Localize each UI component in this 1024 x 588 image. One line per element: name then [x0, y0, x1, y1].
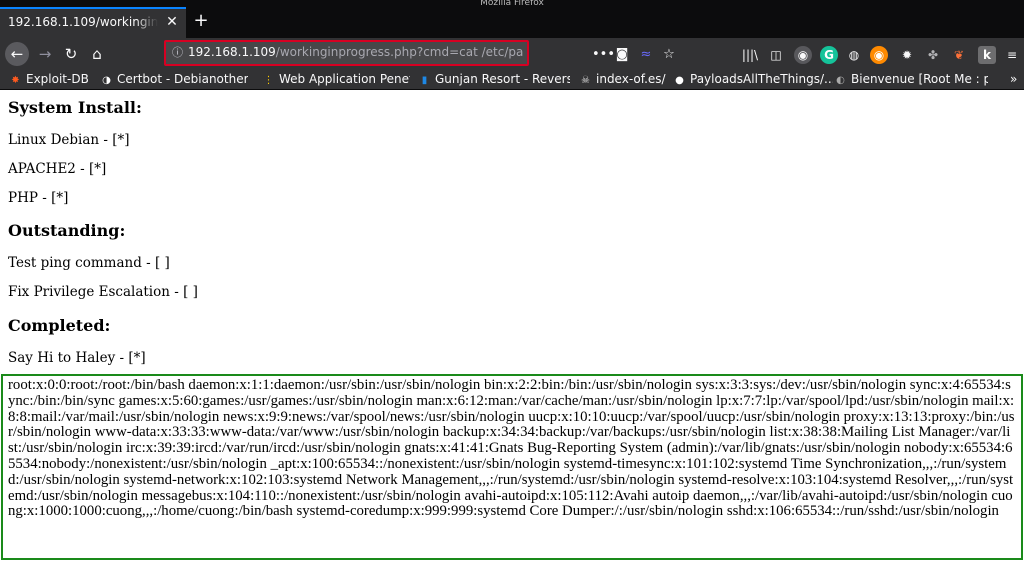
window-title: Mozilla Firefox — [0, 0, 1024, 7]
bookmark-label: PayloadsAllTheThings/... — [690, 72, 833, 86]
certbot-icon: ◑ — [102, 75, 111, 86]
bookmark-exploit-db[interactable]: ✸ Exploit-DB — [9, 71, 113, 87]
status-line: Linux Debian - [*] — [8, 132, 130, 148]
bookmark-root-me[interactable]: ◐ Bienvenue [Root Me : p... — [834, 71, 988, 87]
status-line: Fix Privilege Escalation - [ ] — [8, 284, 198, 300]
menu-icon[interactable]: ≡ — [1003, 46, 1021, 64]
pocket-icon[interactable]: ◙ — [614, 47, 630, 63]
bookmarks-overflow-icon[interactable]: » — [1010, 71, 1022, 87]
forward-button[interactable]: → — [33, 42, 57, 66]
bookmark-gunjan-resort[interactable]: ▮ Gunjan Resort - Revers... — [418, 71, 570, 87]
bookmark-favicon-icon: ⋮ — [263, 75, 274, 86]
reader-view-icon[interactable]: ≈ — [638, 47, 654, 63]
bookmark-payloads[interactable]: ● PayloadsAllTheThings/... — [673, 71, 833, 87]
navigation-bar: ← → ↻ ⌂ ⓘ 192.168.1.109/workinginprogres… — [0, 38, 1024, 69]
tab-title: 192.168.1.109/workinginprogress.php?cmd=… — [8, 15, 158, 29]
bookmark-index-of[interactable]: ☠ index-of.es/ — [579, 71, 669, 87]
root-me-icon: ◐ — [836, 75, 845, 86]
bookmark-label: Bienvenue [Root Me : p... — [851, 72, 988, 86]
url-path: /workinginprogress.php?cmd=cat /etc/pass… — [275, 45, 524, 59]
gear-icon[interactable]: ✹ — [898, 46, 916, 64]
home-button[interactable]: ⌂ — [85, 42, 109, 66]
new-tab-button[interactable]: + — [191, 9, 211, 33]
grammarly-icon[interactable]: G — [820, 46, 838, 64]
skull-icon: ☠ — [581, 75, 590, 86]
page-actions-icon[interactable]: ••• — [592, 47, 615, 63]
bar-chart-icon: ▮ — [421, 75, 428, 86]
foxyproxy-icon[interactable]: ❦ — [950, 46, 968, 64]
bookmark-label: Exploit-DB — [26, 72, 89, 86]
globe-icon[interactable]: ◍ — [845, 46, 863, 64]
bookmark-web-app-pentest[interactable]: ⋮ Web Application Penet... — [262, 71, 411, 87]
sidebar-icon[interactable]: ◫ — [767, 46, 785, 64]
back-button[interactable]: ← — [5, 42, 29, 66]
heading-system-install: System Install: — [8, 98, 142, 117]
status-line: APACHE2 - [*] — [8, 161, 107, 177]
library-icon[interactable]: |||\ — [741, 46, 759, 64]
exploit-db-icon: ✸ — [11, 75, 20, 86]
bookmark-certbot[interactable]: ◑ Certbot - Debianother ... — [100, 71, 248, 87]
heading-outstanding: Outstanding: — [8, 221, 126, 240]
status-line: Say Hi to Haley - [*] — [8, 350, 146, 366]
page-content: System Install: Linux Debian - [*] APACH… — [0, 90, 1024, 588]
tab-close-icon[interactable]: ✕ — [164, 13, 180, 31]
bookmark-label: Gunjan Resort - Revers... — [435, 72, 570, 86]
url-text[interactable]: 192.168.1.109/workinginprogress.php?cmd=… — [188, 45, 524, 59]
bookmark-label: Web Application Penet... — [279, 72, 410, 86]
bookmark-label: Certbot - Debianother ... — [117, 72, 248, 86]
github-icon: ● — [675, 75, 684, 86]
reload-button[interactable]: ↻ — [59, 42, 83, 66]
extension-k-icon[interactable]: k — [978, 46, 996, 64]
url-bar[interactable]: ⓘ 192.168.1.109/workinginprogress.php?cm… — [164, 40, 529, 66]
site-info-icon[interactable]: ⓘ — [172, 44, 186, 62]
bookmarks-bar: ✸ Exploit-DB ◑ Certbot - Debianother ... ⋮… — [0, 69, 1024, 90]
url-host: 192.168.1.109 — [188, 45, 276, 59]
heading-completed: Completed: — [8, 316, 111, 335]
bookmark-star-icon[interactable]: ☆ — [661, 47, 677, 63]
extension-circle-icon[interactable]: ◉ — [794, 46, 812, 64]
extension-puzzle-icon[interactable]: ✤ — [924, 46, 942, 64]
status-line: PHP - [*] — [8, 190, 69, 206]
tab-strip: 192.168.1.109/workinginprogress.php?cmd=… — [0, 7, 1024, 38]
bookmark-label: index-of.es/ — [596, 72, 666, 86]
status-line: Test ping command - [ ] — [8, 255, 170, 271]
eye-extension-icon[interactable]: ◉ — [870, 46, 888, 64]
tab-active[interactable]: 192.168.1.109/workinginprogress.php?cmd=… — [0, 7, 186, 38]
command-output: root:x:0:0:root:/root:/bin/bash daemon:x… — [1, 374, 1023, 560]
